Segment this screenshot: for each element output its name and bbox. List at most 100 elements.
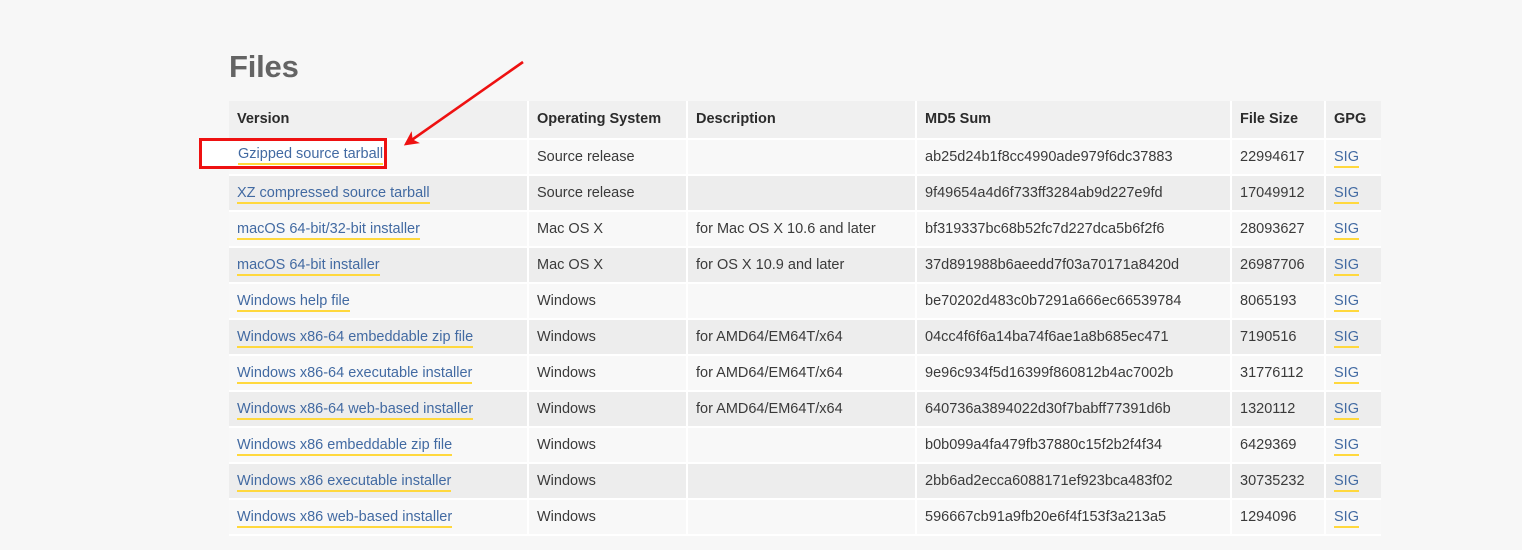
gpg-sig-link[interactable]: SIG <box>1334 509 1359 528</box>
cell-os: Windows <box>529 392 688 428</box>
gpg-sig-link[interactable]: SIG <box>1334 185 1359 204</box>
column-header-version: Version <box>229 101 529 140</box>
column-header-description: Description <box>688 101 917 140</box>
cell-md5: 37d891988b6aeedd7f03a70171a8420d <box>917 248 1232 284</box>
cell-description: for AMD64/EM64T/x64 <box>688 356 917 392</box>
cell-version: macOS 64-bit installer <box>229 248 529 284</box>
download-link[interactable]: Windows x86-64 embeddable zip file <box>237 329 473 348</box>
table-header-row: Version Operating System Description MD5… <box>229 101 1381 140</box>
column-header-os: Operating System <box>529 101 688 140</box>
cell-gpg: SIG <box>1326 284 1381 320</box>
table-row: Gzipped source tarball Source release ab25… <box>229 140 1381 176</box>
cell-filesize: 7190516 <box>1232 320 1326 356</box>
table-row: Windows x86-64 embeddable zip file Window… <box>229 320 1381 356</box>
cell-gpg: SIG <box>1326 140 1381 176</box>
table-row: Windows help file Windows be70202d483c0b72… <box>229 284 1381 320</box>
cell-gpg: SIG <box>1326 356 1381 392</box>
table-row: Windows x86-64 web-based installer Window… <box>229 392 1381 428</box>
column-header-gpg: GPG <box>1326 101 1381 140</box>
cell-version: macOS 64-bit/32-bit installer <box>229 212 529 248</box>
cell-version: Windows help file <box>229 284 529 320</box>
table-row: macOS 64-bit installerMac OS Xfor OS X 1… <box>229 248 1381 284</box>
gpg-sig-link[interactable]: SIG <box>1334 401 1359 420</box>
cell-md5: 9f49654a4d6f733ff3284ab9d227e9fd <box>917 176 1232 212</box>
cell-filesize: 1320112 <box>1232 392 1326 428</box>
cell-os: Mac OS X <box>529 212 688 248</box>
cell-gpg: SIG <box>1326 248 1381 284</box>
cell-description: for AMD64/EM64T/x64 <box>688 320 917 356</box>
cell-md5: 04cc4f6f6a14ba74f6ae1a8b685ec471 <box>917 320 1232 356</box>
cell-os: Windows <box>529 284 688 320</box>
gpg-sig-link[interactable]: SIG <box>1334 221 1359 240</box>
download-link[interactable]: macOS 64-bit installer <box>237 257 380 276</box>
cell-os: Windows <box>529 428 688 464</box>
cell-description: for OS X 10.9 and later <box>688 248 917 284</box>
cell-description <box>688 284 917 320</box>
column-header-md5: MD5 Sum <box>917 101 1232 140</box>
cell-md5: ab25d24b1f8cc4990ade979f6dc37883 <box>917 140 1232 176</box>
download-link[interactable]: macOS 64-bit/32-bit installer <box>237 221 420 240</box>
table-row: Windows x86 executable installerWindows2… <box>229 464 1381 500</box>
gpg-sig-link[interactable]: SIG <box>1334 149 1359 168</box>
download-link[interactable]: Windows x86-64 executable installer <box>237 365 472 384</box>
table-row: Windows x86-64 executable installer Windo… <box>229 356 1381 392</box>
cell-description <box>688 464 917 500</box>
cell-version: Windows x86 executable installer <box>229 464 529 500</box>
cell-filesize: 26987706 <box>1232 248 1326 284</box>
cell-gpg: SIG <box>1326 176 1381 212</box>
cell-description: for AMD64/EM64T/x64 <box>688 392 917 428</box>
cell-os: Windows <box>529 356 688 392</box>
table-row: macOS 64-bit/32-bit installer Mac OS Xfor… <box>229 212 1381 248</box>
cell-version: Windows x86-64 executable installer <box>229 356 529 392</box>
cell-filesize: 28093627 <box>1232 212 1326 248</box>
cell-md5: be70202d483c0b7291a666ec66539784 <box>917 284 1232 320</box>
download-link[interactable]: Windows x86 executable installer <box>237 473 451 492</box>
table-row: Windows x86 embeddable zip fileWindowsb0… <box>229 428 1381 464</box>
cell-md5: 640736a3894022d30f7babff77391d6b <box>917 392 1232 428</box>
cell-description <box>688 176 917 212</box>
download-link[interactable]: Windows x86 web-based installer <box>237 509 452 528</box>
download-link-gzipped-source-tarball[interactable]: Gzipped source tarball <box>238 146 383 165</box>
cell-description <box>688 140 917 176</box>
cell-os: Windows <box>529 500 688 536</box>
files-table: Version Operating System Description MD5… <box>229 101 1381 536</box>
page-title: Files <box>229 51 299 82</box>
cell-os: Windows <box>529 320 688 356</box>
column-header-filesize: File Size <box>1232 101 1326 140</box>
download-link[interactable]: XZ compressed source tarball <box>237 185 430 204</box>
cell-gpg: SIG <box>1326 320 1381 356</box>
cell-version: XZ compressed source tarball <box>229 176 529 212</box>
table-body: Gzipped source tarball Source release ab25… <box>229 140 1381 536</box>
cell-os: Windows <box>529 464 688 500</box>
annotation-highlight-box: Gzipped source tarball <box>199 138 387 169</box>
cell-gpg: SIG <box>1326 428 1381 464</box>
cell-version: Windows x86-64 embeddable zip file <box>229 320 529 356</box>
cell-filesize: 1294096 <box>1232 500 1326 536</box>
download-link[interactable]: Windows x86-64 web-based installer <box>237 401 473 420</box>
files-table-container: Version Operating System Description MD5… <box>229 101 1381 536</box>
cell-os: Source release <box>529 140 688 176</box>
gpg-sig-link[interactable]: SIG <box>1334 437 1359 456</box>
download-link[interactable]: Windows help file <box>237 293 350 312</box>
cell-description <box>688 428 917 464</box>
cell-filesize: 30735232 <box>1232 464 1326 500</box>
table-row: Windows x86 web-based installer Windows 59… <box>229 500 1381 536</box>
cell-filesize: 17049912 <box>1232 176 1326 212</box>
cell-filesize: 22994617 <box>1232 140 1326 176</box>
gpg-sig-link[interactable]: SIG <box>1334 365 1359 384</box>
cell-filesize: 31776112 <box>1232 356 1326 392</box>
cell-description <box>688 500 917 536</box>
cell-gpg: SIG <box>1326 500 1381 536</box>
gpg-sig-link[interactable]: SIG <box>1334 329 1359 348</box>
cell-version: Windows x86 embeddable zip file <box>229 428 529 464</box>
gpg-sig-link[interactable]: SIG <box>1334 473 1359 492</box>
table-header: Version Operating System Description MD5… <box>229 101 1381 140</box>
cell-md5: 596667cb91a9fb20e6f4f153f3a213a5 <box>917 500 1232 536</box>
cell-description: for Mac OS X 10.6 and later <box>688 212 917 248</box>
page-root: Files Version Operating System Descripti… <box>0 0 1522 550</box>
download-link[interactable]: Windows x86 embeddable zip file <box>237 437 452 456</box>
gpg-sig-link[interactable]: SIG <box>1334 257 1359 276</box>
gpg-sig-link[interactable]: SIG <box>1334 293 1359 312</box>
cell-filesize: 6429369 <box>1232 428 1326 464</box>
cell-md5: bf319337bc68b52fc7d227dca5b6f2f6 <box>917 212 1232 248</box>
